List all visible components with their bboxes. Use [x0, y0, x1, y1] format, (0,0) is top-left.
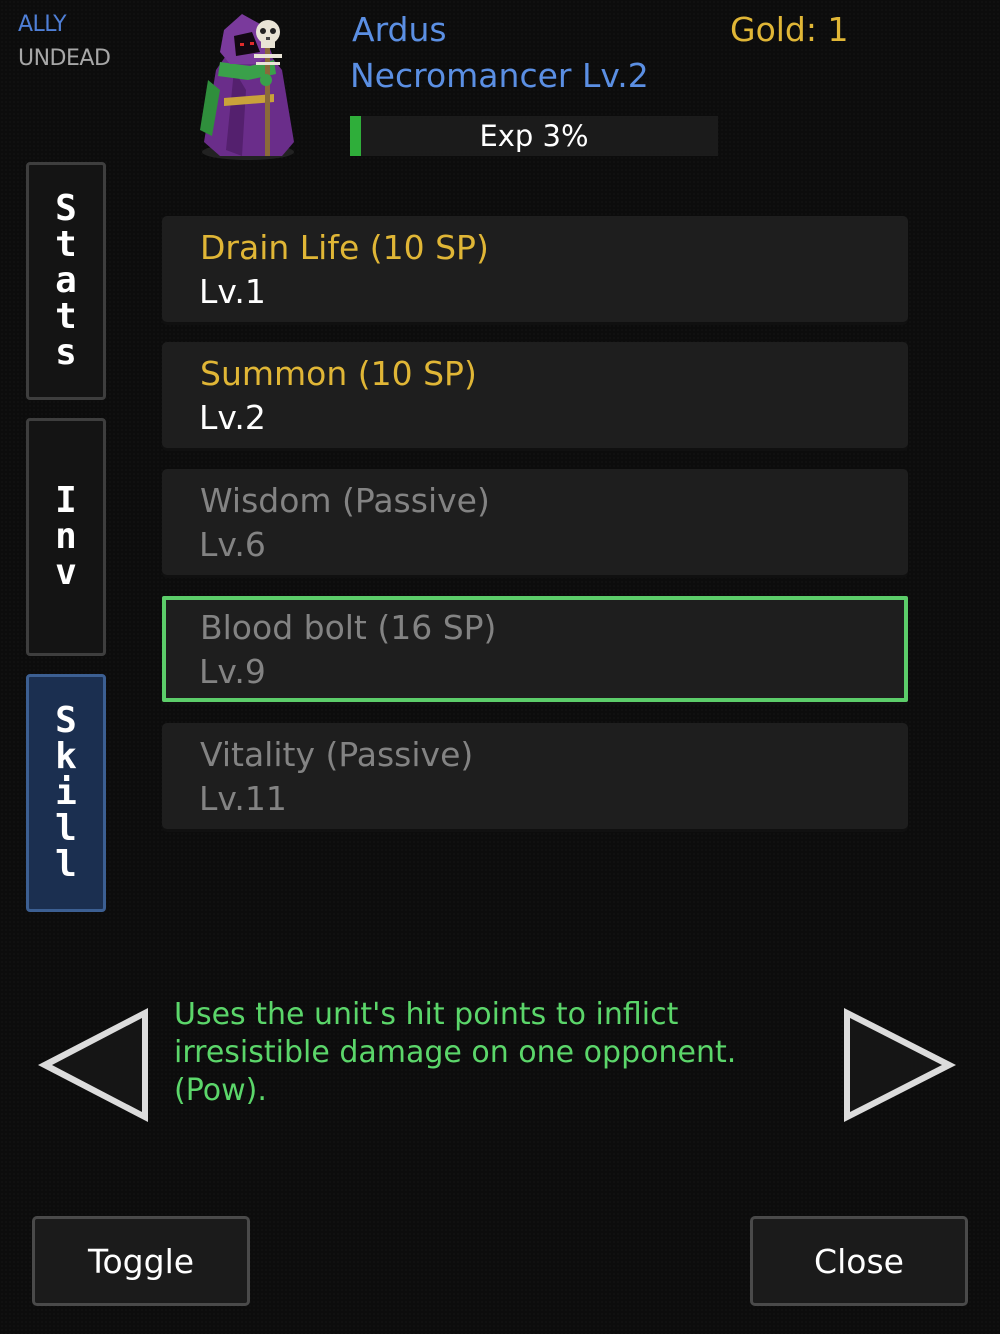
gold-counter: Gold: 1 [730, 10, 849, 49]
skill-name: Wisdom (Passive) [200, 481, 490, 520]
skill-name: Vitality (Passive) [200, 735, 474, 774]
skill-item-blood-bolt[interactable]: Blood bolt (16 SP) Lv.9 [162, 596, 908, 702]
allegiance-label: ALLY [18, 12, 67, 37]
unit-name: Ardus [352, 10, 447, 49]
skill-level: Lv.9 [199, 652, 266, 691]
race-label: UNDEAD [18, 46, 111, 71]
tab-skill[interactable]: Skill [26, 674, 106, 912]
tab-inv[interactable]: Inv [26, 418, 106, 656]
tab-inv-label: Inv [55, 480, 77, 593]
skill-item-drain-life[interactable]: Drain Life (10 SP) Lv.1 [162, 216, 908, 322]
exp-label: Exp 3% [479, 119, 589, 153]
skill-name: Blood bolt (16 SP) [200, 608, 497, 647]
toggle-button[interactable]: Toggle [32, 1216, 250, 1306]
skill-item-wisdom[interactable]: Wisdom (Passive) Lv.6 [162, 469, 908, 575]
tab-skill-label: Skill [55, 700, 77, 885]
exp-bar: Exp 3% [350, 116, 718, 156]
skill-name: Summon (10 SP) [200, 354, 477, 393]
skill-item-vitality[interactable]: Vitality (Passive) Lv.11 [162, 723, 908, 829]
necromancer-sprite-icon [200, 14, 294, 160]
skill-level: Lv.2 [199, 398, 266, 437]
skill-level: Lv.11 [199, 779, 287, 818]
skill-level: Lv.1 [199, 272, 266, 311]
skill-name: Drain Life (10 SP) [200, 228, 489, 267]
close-button[interactable]: Close [750, 1216, 968, 1306]
tab-stats-label: Stats [55, 188, 77, 373]
unit-class-level: Necromancer Lv.2 [350, 56, 649, 95]
left-arrow-icon[interactable] [30, 1000, 160, 1130]
skill-description: Uses the unit's hit points to inflict ir… [174, 997, 737, 1108]
skill-item-summon[interactable]: Summon (10 SP) Lv.2 [162, 342, 908, 448]
skill-level: Lv.6 [199, 525, 266, 564]
unit-portrait [190, 10, 310, 160]
right-arrow-icon[interactable] [838, 1000, 968, 1130]
tab-stats[interactable]: Stats [26, 162, 106, 400]
